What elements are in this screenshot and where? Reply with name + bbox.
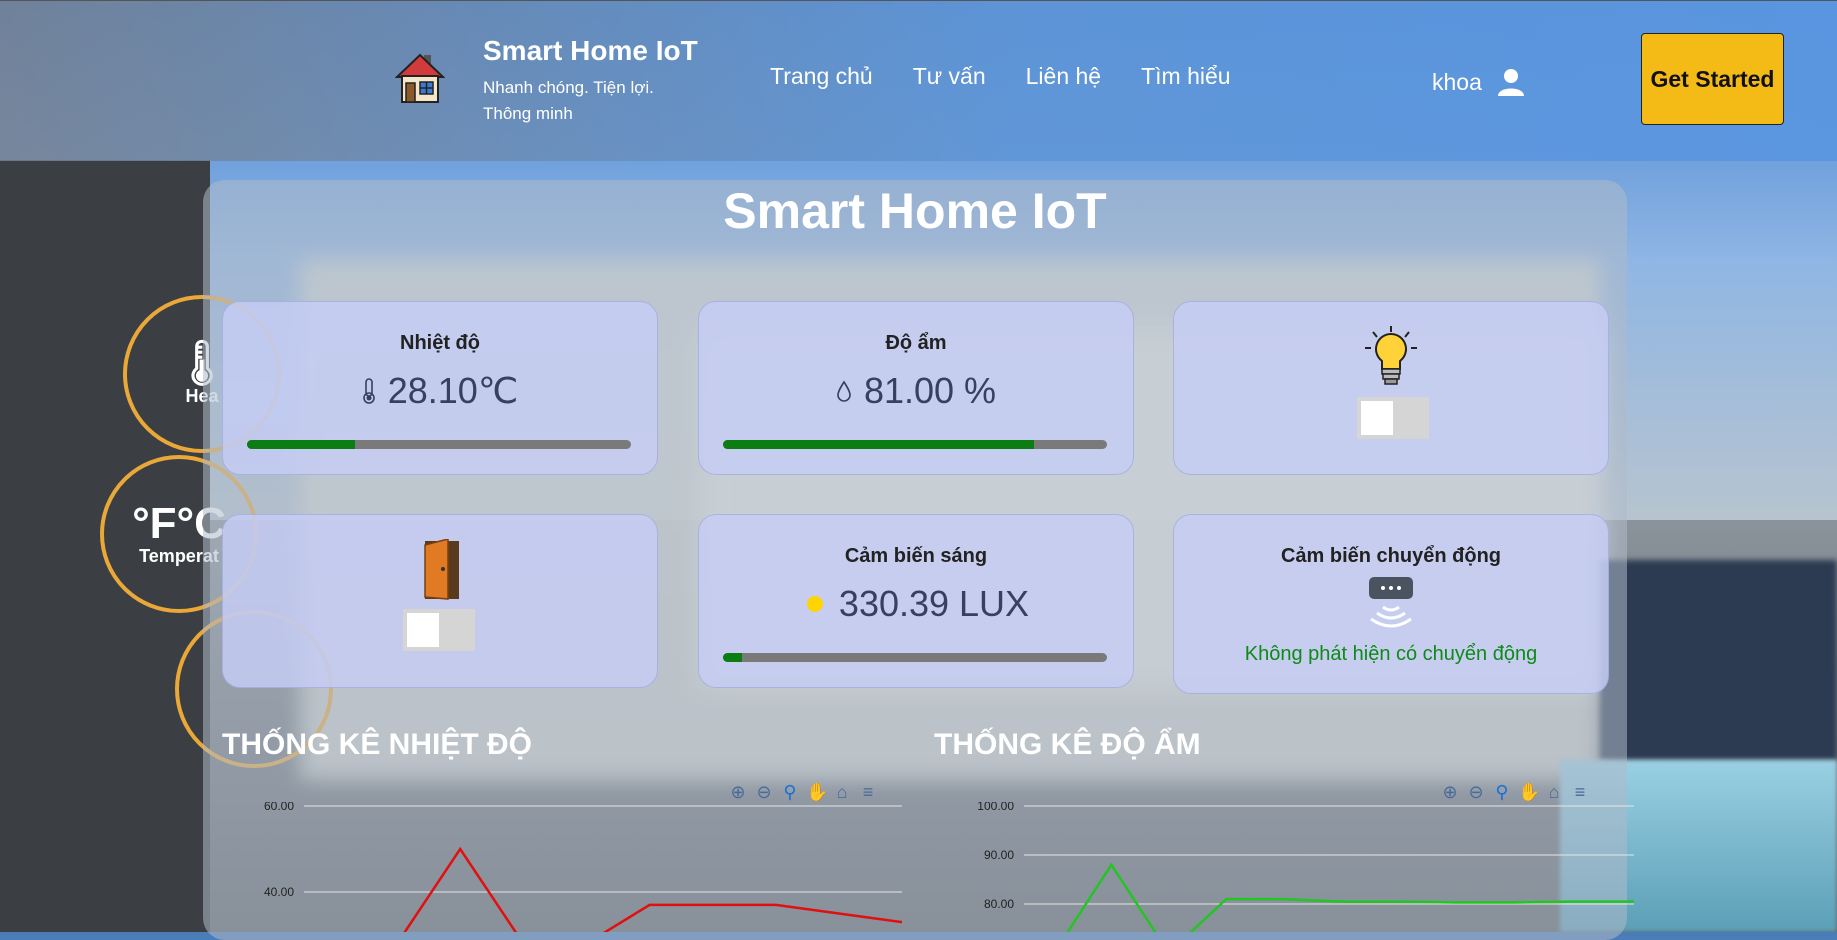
humidity-chart-toolbar: ⊕ ⊖ ⚲ ✋ ⌂ ≡ [1440,782,1590,803]
humidity-progress-fill [723,440,1035,449]
brand: Smart Home IoT Nhanh chóng. Tiện lợi. Th… [483,35,698,127]
door-toggle[interactable] [403,609,475,651]
user-icon[interactable] [1496,67,1526,97]
temperature-label: Nhiệt độ [400,332,480,354]
zoom-select-icon[interactable]: ⚲ [780,782,800,803]
main-nav: Trang chủ Tư vấn Liên hệ Tìm hiểu [770,63,1231,90]
zoom-out-icon[interactable]: ⊖ [754,782,774,803]
temperature-progress [247,440,631,449]
user-menu[interactable]: khoa [1432,67,1526,97]
light-sensor-card: Cảm biến sáng 330.39 LUX [698,514,1134,688]
light-sensor-progress [723,653,1107,662]
nav-home[interactable]: Trang chủ [770,63,873,90]
nav-consult[interactable]: Tư vấn [913,63,986,90]
temperature-value: 28.10℃ [387,370,519,411]
door-toggle-knob[interactable] [407,613,439,647]
droplet-icon [837,380,851,402]
light-sensor-value: 330.39 LUX [838,583,1030,624]
nav-learn[interactable]: Tìm hiểu [1141,63,1230,90]
light-toggle-knob[interactable] [1361,401,1393,435]
humidity-chart[interactable]: 100.00 90.00 80.00 [934,802,1634,932]
zoom-out-icon[interactable]: ⊖ [1466,782,1486,803]
light-switch-card [1173,301,1609,475]
reset-home-icon[interactable]: ⌂ [1544,782,1564,803]
humidity-progress [723,440,1107,449]
door-icon [424,539,459,600]
menu-icon[interactable]: ≡ [1570,782,1590,803]
navbar: Smart Home IoT Nhanh chóng. Tiện lợi. Th… [0,0,1837,161]
panel-title: Smart Home IoT [723,183,1107,239]
zoom-in-icon[interactable]: ⊕ [1440,782,1460,803]
y-tick-label: 100.00 [977,802,1014,813]
motion-sensor-label: Cảm biến chuyển động [1280,545,1502,567]
brand-title: Smart Home IoT [483,35,698,66]
y-tick-label: 90.00 [984,848,1014,862]
username[interactable]: khoa [1432,69,1482,96]
y-tick-label: 80.00 [984,897,1014,911]
motion-status: Không phát hiện có chuyển động [1244,643,1538,665]
temperature-progress-fill [247,440,355,449]
light-sensor-progress-fill [723,653,743,662]
series-line [1066,862,1634,932]
temperature-chart-toolbar: ⊕ ⊖ ⚲ ✋ ⌂ ≡ [728,782,878,803]
humidity-chart-title: THỐNG KÊ ĐỘ ẨM [934,728,1201,761]
door-switch-card [222,514,658,688]
light-sensor-value-row: 330.39 LUX [699,583,1133,625]
background-hill [1600,560,1837,760]
light-bulb-icon [1365,326,1417,385]
motion-sensor-icon [1369,577,1413,628]
series-line [403,846,902,932]
temperature-chart-title: THỐNG KÊ NHIỆT ĐỘ [222,728,533,761]
humidity-value: 81.00 % [863,370,997,411]
get-started-button[interactable]: Get Started [1641,33,1784,125]
sun-icon [806,596,823,612]
humidity-card: Độ ẩm 81.00 % [698,301,1134,475]
light-sensor-label: Cảm biến sáng [844,545,988,567]
zoom-in-icon[interactable]: ⊕ [728,782,748,803]
menu-icon[interactable]: ≡ [858,782,878,803]
light-toggle[interactable] [1357,397,1429,439]
house-logo-icon[interactable] [395,51,445,105]
y-tick-label: 60.00 [264,802,294,813]
nav-contact[interactable]: Liên hệ [1026,63,1101,90]
humidity-value-row: 81.00 % [699,370,1133,412]
dashboard-panel: Smart Home IoT Nhiệt độ 28.10℃ Độ ẩm 81.… [203,180,1634,940]
reset-home-icon[interactable]: ⌂ [832,782,852,803]
motion-sensor-card: Cảm biến chuyển động Không phát hiện có … [1173,514,1609,694]
zoom-select-icon[interactable]: ⚲ [1492,782,1512,803]
temperature-value-row: 28.10℃ [223,370,657,412]
y-tick-label: 40.00 [264,885,294,899]
humidity-label: Độ ẩm [885,332,947,354]
pan-icon[interactable]: ✋ [806,782,828,803]
thermometer-icon [362,378,375,404]
temperature-card: Nhiệt độ 28.10℃ [222,301,658,475]
temperature-chart[interactable]: 60.00 40.00 [222,802,902,932]
pan-icon[interactable]: ✋ [1518,782,1540,803]
brand-tagline: Nhanh chóng. Tiện lợi. Thông minh [483,78,654,123]
